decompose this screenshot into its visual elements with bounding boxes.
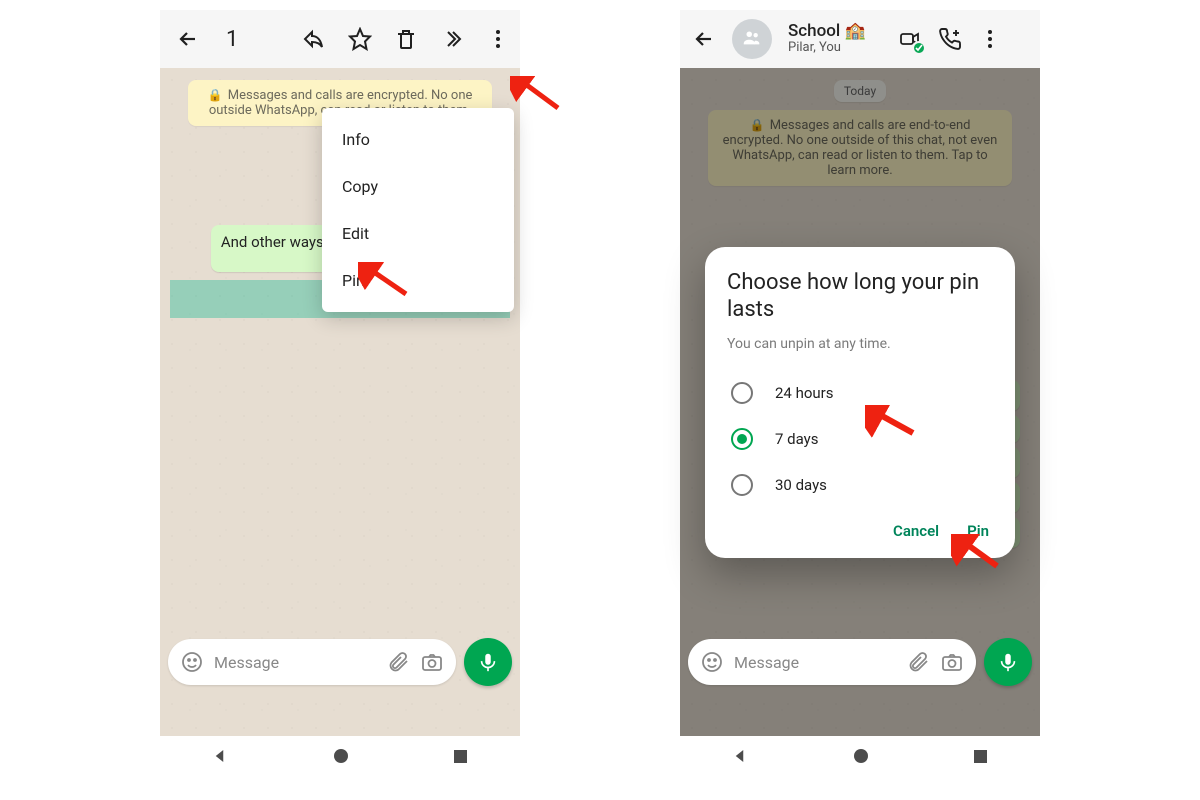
group-avatar[interactable] — [732, 19, 772, 59]
camera-icon[interactable] — [420, 650, 444, 674]
dialog-subtitle: You can unpin at any time. — [727, 336, 993, 352]
online-badge-icon — [912, 41, 926, 55]
phone-right: School 🏫 Pilar, You Today 🔒 Messages and… — [680, 10, 1040, 780]
nav-recent-icon[interactable] — [973, 749, 988, 768]
emoji-icon[interactable] — [180, 650, 204, 674]
annotation-arrow — [510, 76, 560, 116]
nav-back-icon[interactable] — [212, 747, 230, 769]
chat-subtitle: Pilar, You — [788, 41, 866, 56]
radio-option-24h[interactable]: 24 hours — [727, 370, 993, 416]
chat-title: School 🏫 — [788, 22, 866, 42]
menu-item-edit[interactable]: Edit — [322, 210, 514, 257]
chat-area: Today 🔒 Messages and calls are end-to-en… — [680, 68, 1040, 736]
selection-count: 1 — [226, 27, 238, 52]
group-icon — [741, 26, 763, 52]
pin-button[interactable]: Pin — [967, 522, 989, 540]
context-menu: Info Copy Edit Pin — [322, 108, 514, 312]
chat-area: 🔒 Messages and calls are encrypted. No o… — [160, 68, 520, 736]
radio-icon — [731, 428, 753, 450]
message-input[interactable]: Message — [168, 639, 456, 685]
chat-header: School 🏫 Pilar, You — [680, 10, 1040, 68]
input-placeholder: Message — [214, 653, 376, 672]
attach-icon[interactable] — [386, 650, 410, 674]
radio-icon — [731, 474, 753, 496]
selection-toolbar: 1 — [160, 10, 520, 68]
forward-icon[interactable] — [440, 27, 464, 51]
dialog-title: Choose how long your pin lasts — [727, 269, 993, 324]
star-icon[interactable] — [348, 27, 372, 51]
pin-duration-dialog: Choose how long your pin lasts You can u… — [705, 247, 1015, 558]
add-call-icon[interactable] — [938, 27, 962, 51]
back-arrow-icon[interactable] — [176, 27, 200, 51]
lock-icon: 🔒 — [208, 88, 223, 102]
radio-option-7d[interactable]: 7 days — [727, 416, 993, 462]
more-icon[interactable] — [978, 27, 1002, 51]
menu-item-pin[interactable]: Pin — [322, 257, 514, 304]
android-navbar — [160, 736, 520, 780]
radio-icon — [731, 382, 753, 404]
android-navbar — [680, 736, 1040, 780]
composer: Message — [168, 638, 512, 686]
menu-item-copy[interactable]: Copy — [322, 163, 514, 210]
radio-option-30d[interactable]: 30 days — [727, 462, 993, 508]
nav-recent-icon[interactable] — [453, 749, 468, 768]
cancel-button[interactable]: Cancel — [893, 522, 939, 540]
chat-title-block[interactable]: School 🏫 Pilar, You — [788, 22, 866, 56]
mic-button[interactable] — [464, 638, 512, 686]
back-arrow-icon[interactable] — [692, 27, 716, 51]
menu-item-info[interactable]: Info — [322, 116, 514, 163]
reply-icon[interactable] — [302, 27, 326, 51]
nav-home-icon[interactable] — [333, 748, 349, 768]
nav-home-icon[interactable] — [853, 748, 869, 768]
phone-left: 1 🔒 Messages and calls are encrypted. No… — [160, 10, 520, 780]
more-icon[interactable] — [486, 27, 510, 51]
nav-back-icon[interactable] — [732, 747, 750, 769]
trash-icon[interactable] — [394, 27, 418, 51]
video-call-icon[interactable] — [898, 27, 922, 51]
